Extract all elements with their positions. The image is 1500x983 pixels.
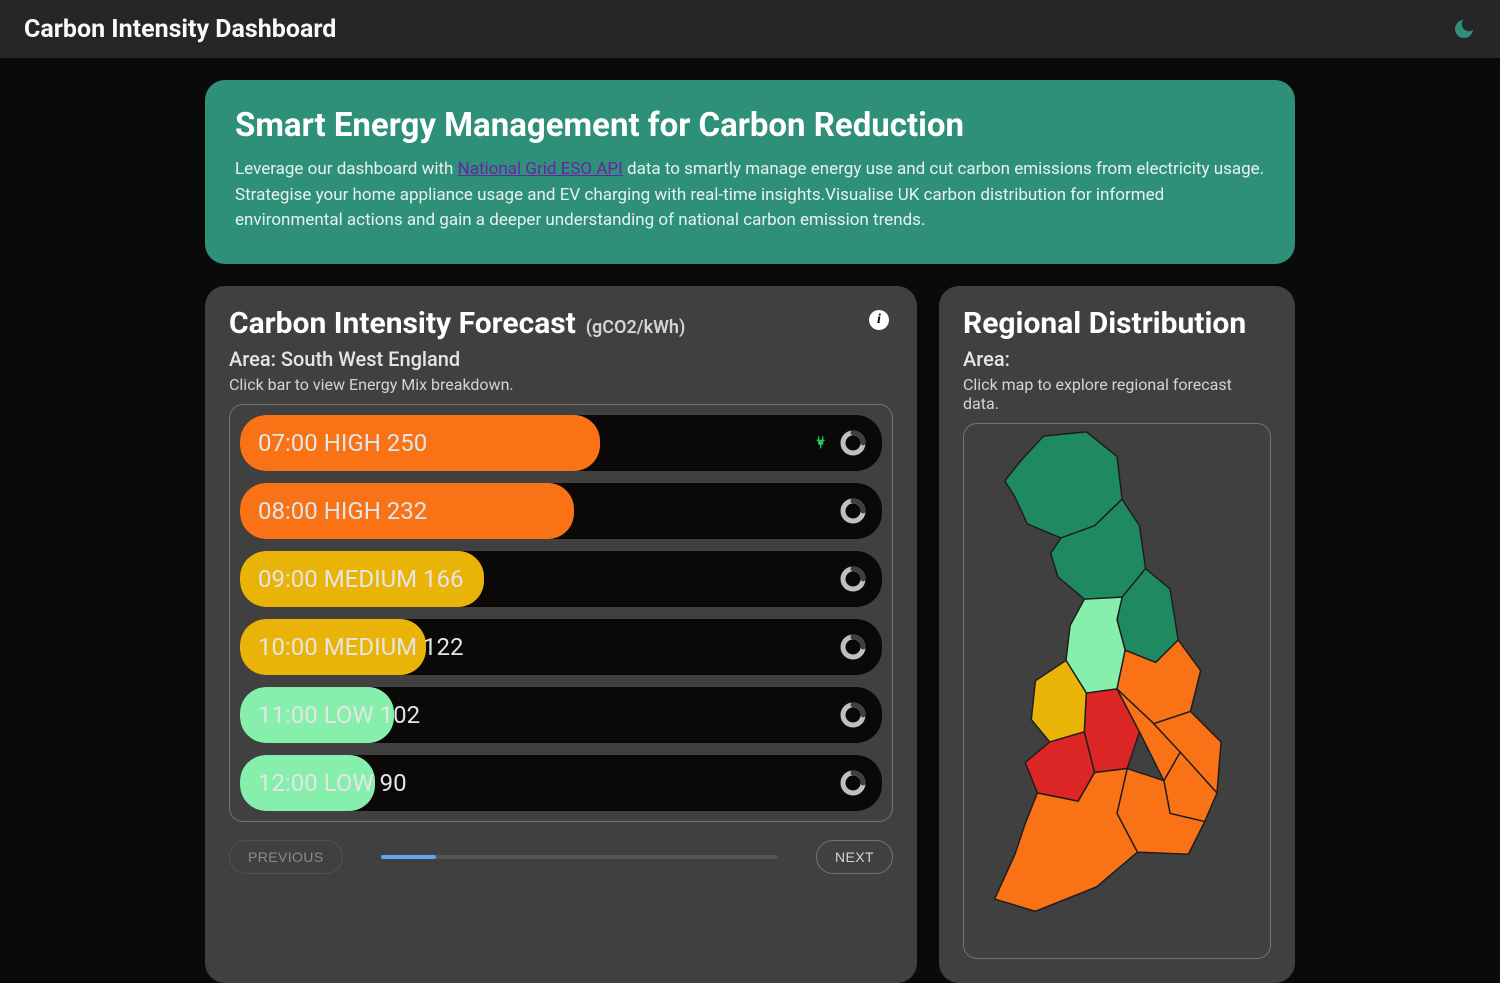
forecast-bar[interactable]: 11:00 LOW 102 (240, 687, 882, 743)
bar-icons (838, 632, 868, 662)
forecast-bar[interactable]: 08:00 HIGH 232 (240, 483, 882, 539)
forecast-bar[interactable]: 12:00 LOW 90 (240, 755, 882, 811)
donut-icon[interactable] (838, 700, 868, 730)
plug-icon (812, 435, 828, 451)
topbar: Carbon Intensity Dashboard (0, 0, 1500, 58)
bar-icons (838, 496, 868, 526)
donut-icon[interactable] (838, 768, 868, 798)
forecast-pager: PREVIOUS NEXT (229, 840, 893, 874)
intro-card: Smart Energy Management for Carbon Reduc… (205, 80, 1295, 264)
forecast-bar[interactable]: 10:00 MEDIUM 122 (240, 619, 882, 675)
progress-slider[interactable] (381, 855, 778, 859)
bar-label: 08:00 HIGH 232 (258, 497, 427, 525)
app-title: Carbon Intensity Dashboard (24, 15, 336, 44)
forecast-unit: (gCO2/kWh) (586, 317, 685, 338)
dark-mode-toggle[interactable] (1452, 17, 1476, 41)
info-icon[interactable]: i (869, 310, 889, 330)
bar-icons (838, 564, 868, 594)
bar-icons (838, 700, 868, 730)
bar-label: 11:00 LOW 102 (258, 701, 420, 729)
forecast-bar[interactable]: 07:00 HIGH 250 (240, 415, 882, 471)
previous-button[interactable]: PREVIOUS (229, 840, 343, 874)
donut-icon[interactable] (838, 632, 868, 662)
intro-text: Leverage our dashboard with National Gri… (235, 157, 1265, 234)
donut-icon[interactable] (838, 564, 868, 594)
intro-heading: Smart Energy Management for Carbon Reduc… (235, 106, 1265, 145)
bar-icons (812, 428, 868, 458)
forecast-bar[interactable]: 09:00 MEDIUM 166 (240, 551, 882, 607)
map-area: Area: (963, 347, 1271, 371)
bar-label: 12:00 LOW 90 (258, 769, 407, 797)
donut-icon[interactable] (838, 496, 868, 526)
uk-map[interactable] (963, 423, 1271, 959)
forecast-panel: Carbon Intensity Forecast (gCO2/kWh) i A… (205, 286, 917, 983)
main-container: Smart Energy Management for Carbon Reduc… (205, 58, 1295, 983)
api-link[interactable]: National Grid ESO API (458, 159, 623, 179)
bar-label: 10:00 MEDIUM 122 (258, 633, 464, 661)
map-panel: Regional Distribution Area: Click map to… (939, 286, 1295, 983)
bar-label: 07:00 HIGH 250 (258, 429, 427, 457)
forecast-bars: 07:00 HIGH 250 08:00 HIGH 232 09:00 MEDIUM… (229, 404, 893, 822)
forecast-area: Area: South West England (229, 347, 893, 371)
forecast-hint: Click bar to view Energy Mix breakdown. (229, 375, 893, 394)
map-hint: Click map to explore regional forecast d… (963, 375, 1271, 413)
bar-label: 09:00 MEDIUM 166 (258, 565, 464, 593)
map-title: Regional Distribution (963, 306, 1246, 341)
bar-icons (838, 768, 868, 798)
donut-icon[interactable] (838, 428, 868, 458)
forecast-title: Carbon Intensity Forecast (229, 306, 576, 341)
next-button[interactable]: NEXT (816, 840, 893, 874)
